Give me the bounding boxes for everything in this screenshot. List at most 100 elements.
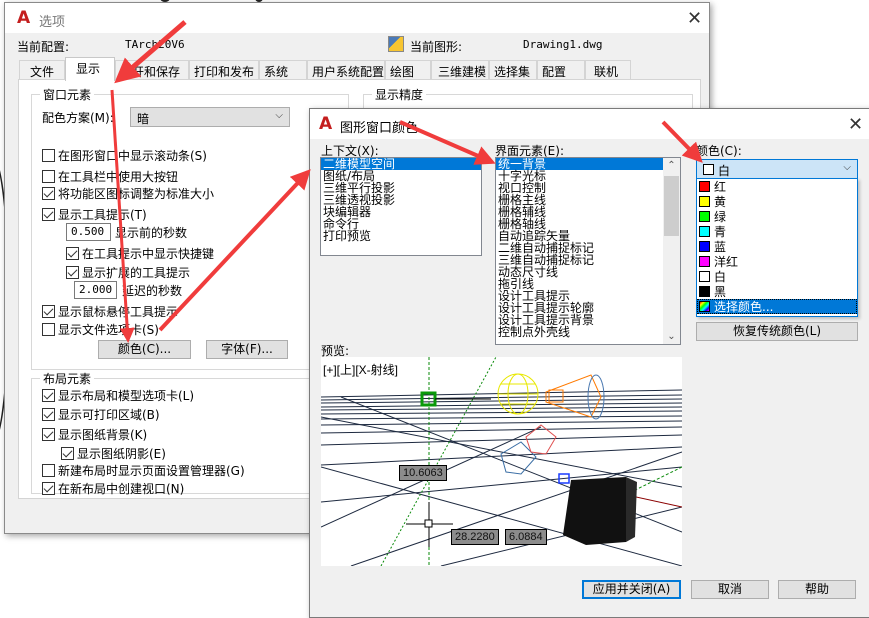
apply-close-button[interactable]: 应用并关闭(A) bbox=[582, 580, 681, 599]
group-title: 显示精度 bbox=[372, 86, 427, 103]
checkbox-label: 显示工具提示(T) bbox=[58, 208, 147, 222]
autocad-logo-icon: A bbox=[17, 8, 31, 28]
color-option[interactable]: 青 bbox=[697, 224, 857, 239]
checkbox-rollover-tooltips[interactable]: 显示鼠标悬停工具提示 bbox=[42, 303, 178, 320]
color-option[interactable]: 红 bbox=[697, 179, 857, 194]
tab-3d-modeling[interactable]: 三维建模 bbox=[431, 60, 489, 80]
color-swatch bbox=[699, 286, 710, 297]
color-option[interactable]: 绿 bbox=[697, 209, 857, 224]
checkbox-label: 将功能区图标调整为标准大小 bbox=[58, 187, 215, 201]
tab-selection[interactable]: 选择集 bbox=[489, 60, 537, 80]
checkbox-file-tabs[interactable]: 显示文件选项卡(S) bbox=[42, 321, 159, 338]
drawing-file-icon bbox=[388, 36, 404, 52]
color-swatch bbox=[699, 226, 710, 237]
preview-viewport: [+][上][X-射线] 10.6063 28.2280 6.0884 bbox=[321, 357, 682, 566]
checkbox-scrollbars[interactable]: 在图形窗口中显示滚动条(S) bbox=[42, 147, 207, 164]
color-option[interactable]: 选择颜色... bbox=[697, 299, 857, 314]
checkbox-box[interactable] bbox=[66, 247, 79, 260]
color-label: 颜色(C): bbox=[696, 144, 742, 158]
color-dropdown-list[interactable]: 红黄绿青蓝洋红白黑选择颜色... bbox=[696, 178, 858, 317]
tab-user-preferences[interactable]: 用户系统配置 bbox=[307, 60, 385, 80]
tab-files[interactable]: 文件 bbox=[19, 60, 65, 80]
colors-titlebar: A 图形窗口颜色 ✕ bbox=[310, 109, 869, 139]
checkbox-box[interactable] bbox=[42, 149, 55, 162]
checkbox-box[interactable] bbox=[42, 464, 55, 477]
scroll-up-icon[interactable]: ⌃ bbox=[663, 160, 680, 171]
dialog-title: 选项 bbox=[39, 15, 66, 30]
checkbox-layout-tabs[interactable]: 显示布局和模型选项卡(L) bbox=[42, 387, 194, 404]
help-button[interactable]: 帮助 bbox=[778, 580, 856, 599]
color-option[interactable]: 蓝 bbox=[697, 239, 857, 254]
chevron-down-icon: ⌵ bbox=[275, 110, 283, 121]
tooltip-delay-label: 显示前的秒数 bbox=[115, 226, 188, 240]
context-item[interactable]: 打印预览 bbox=[321, 230, 481, 242]
group-title: 窗口元素 bbox=[40, 86, 95, 103]
checkbox-box[interactable] bbox=[42, 428, 55, 441]
restore-classic-colors-button[interactable]: 恢复传统颜色(L) bbox=[696, 322, 858, 341]
checkbox-printable-area[interactable]: 显示可打印区域(B) bbox=[42, 406, 160, 423]
checkbox-tooltips[interactable]: 显示工具提示(T) bbox=[42, 206, 147, 223]
color-swatch bbox=[703, 164, 714, 175]
dim-input-length: 10.6063 bbox=[399, 465, 447, 481]
checkbox-large-buttons[interactable]: 在工具栏中使用大按钮 bbox=[42, 168, 178, 185]
viewport-controls[interactable]: [+][上][X-射线] bbox=[323, 361, 398, 378]
checkbox-box[interactable] bbox=[42, 208, 55, 221]
close-icon[interactable]: ✕ bbox=[687, 8, 702, 29]
checkbox-box[interactable] bbox=[42, 482, 55, 495]
checkbox-box[interactable] bbox=[66, 266, 79, 279]
extended-delay-input[interactable]: 2.000 bbox=[74, 281, 117, 299]
current-profile-value: TArch20V6 bbox=[125, 38, 185, 51]
dialog-title: 图形窗口颜色 bbox=[340, 121, 419, 136]
checkbox-shortcut-keys[interactable]: 在工具提示中显示快捷键 bbox=[66, 245, 214, 262]
checkbox-box[interactable] bbox=[42, 389, 55, 402]
preview-scene bbox=[321, 357, 682, 566]
cancel-button[interactable]: 取消 bbox=[691, 580, 769, 599]
checkbox-box[interactable] bbox=[61, 447, 74, 460]
tab-profiles[interactable]: 配置 bbox=[537, 60, 585, 80]
checkbox-box[interactable] bbox=[42, 305, 55, 318]
tab-open-save[interactable]: 打开和保存 bbox=[115, 60, 189, 80]
color-option[interactable]: 黑 bbox=[697, 284, 857, 299]
scroll-thumb[interactable] bbox=[664, 176, 679, 236]
checkbox-ribbon-icons[interactable]: 将功能区图标调整为标准大小 bbox=[42, 185, 214, 202]
close-icon[interactable]: ✕ bbox=[848, 114, 863, 135]
current-drawing-label: 当前图形: bbox=[410, 40, 463, 54]
tab-system[interactable]: 系统 bbox=[259, 60, 307, 80]
interface-element-item[interactable]: 控制点外壳线 bbox=[496, 326, 663, 338]
scrollbar[interactable]: ⌃ ⌄ bbox=[663, 158, 680, 344]
interface-element-listbox[interactable]: 统一背景 十字光标 视口控制 栅格主线 栅格辅线 栅格轴线 自动追踪矢量 二维自动捕捉标记 三维… bbox=[495, 157, 681, 345]
checkbox-extended-tooltips[interactable]: 显示扩展的工具提示 bbox=[66, 264, 190, 281]
color-select[interactable]: 白 ⌵ bbox=[696, 159, 858, 179]
checkbox-label: 显示鼠标悬停工具提示 bbox=[58, 305, 179, 319]
colors-button[interactable]: 颜色(C)... bbox=[98, 340, 191, 359]
color-option[interactable]: 洋红 bbox=[697, 254, 857, 269]
checkbox-label: 新建布局时显示页面设置管理器(G) bbox=[58, 464, 245, 478]
checkbox-box[interactable] bbox=[42, 187, 55, 200]
tab-plot-publish[interactable]: 打印和发布 bbox=[189, 60, 259, 80]
tab-online[interactable]: 联机 bbox=[585, 60, 631, 80]
checkbox-box[interactable] bbox=[42, 408, 55, 421]
checkbox-create-viewport[interactable]: 在新布局中创建视口(N) bbox=[42, 480, 184, 497]
fonts-button[interactable]: 字体(F)... bbox=[206, 340, 288, 359]
checkbox-label: 显示布局和模型选项卡(L) bbox=[58, 389, 195, 403]
context-listbox[interactable]: 二维模型空间 图纸/布局 三维平行投影 三维透视投影 块编辑器 命令行 打印预览 bbox=[320, 157, 482, 256]
checkbox-box[interactable] bbox=[42, 323, 55, 336]
color-option[interactable]: 白 bbox=[697, 269, 857, 284]
color-swatch bbox=[699, 301, 710, 312]
color-scheme-select[interactable]: 暗 ⌵ bbox=[130, 107, 290, 127]
checkbox-box[interactable] bbox=[42, 170, 55, 183]
color-swatch bbox=[699, 271, 710, 282]
tooltip-delay-input[interactable]: 0.500 bbox=[66, 223, 111, 241]
tab-drafting[interactable]: 绘图 bbox=[385, 60, 431, 80]
color-swatch bbox=[699, 181, 710, 192]
scroll-down-icon[interactable]: ⌄ bbox=[663, 331, 680, 342]
checkbox-paper-background[interactable]: 显示图纸背景(K) bbox=[42, 426, 147, 443]
autocad-logo-icon: A bbox=[319, 114, 333, 134]
checkbox-paper-shadow[interactable]: 显示图纸阴影(E) bbox=[61, 445, 166, 462]
color-option[interactable]: 黄 bbox=[697, 194, 857, 209]
tab-display[interactable]: 显示 bbox=[65, 57, 115, 81]
black-cube bbox=[563, 477, 633, 545]
checkbox-page-setup-manager[interactable]: 新建布局时显示页面设置管理器(G) bbox=[42, 462, 245, 479]
extended-delay-label: 延迟的秒数 bbox=[122, 284, 183, 298]
color-swatch bbox=[699, 211, 710, 222]
